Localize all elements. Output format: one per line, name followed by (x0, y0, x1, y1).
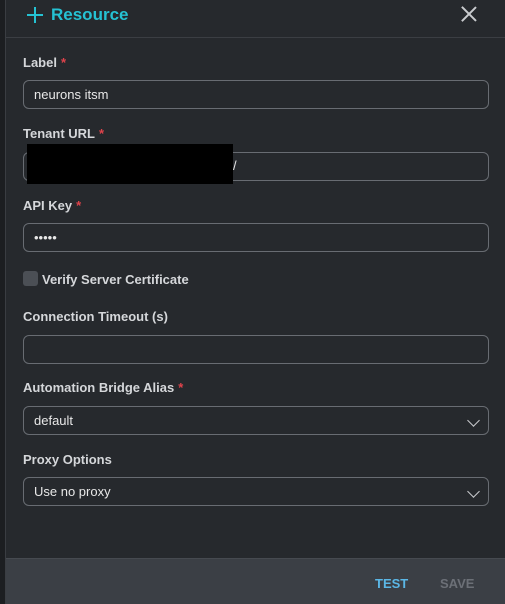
timeout-text: Connection Timeout (s) (23, 309, 168, 324)
bridge-alias-field-label: Automation Bridge Alias * (23, 380, 183, 395)
resource-panel: Resource Label * neurons itsm Tenant URL *… (5, 0, 505, 604)
bridge-alias-text: Automation Bridge Alias (23, 380, 175, 395)
bridge-alias-select[interactable]: default (23, 406, 489, 435)
tenant-url-value-suffix: / (233, 158, 237, 173)
panel-header: Resource (6, 0, 505, 38)
api-key-input[interactable]: ••••• (23, 223, 489, 252)
api-key-field-label: API Key * (23, 198, 81, 213)
chevron-down-icon (467, 485, 480, 498)
panel-footer: TEST SAVE (6, 558, 505, 604)
required-marker: * (76, 198, 82, 213)
verify-certificate-label: Verify Server Certificate (42, 272, 189, 287)
timeout-input[interactable] (23, 335, 489, 364)
panel-title: Resource (51, 5, 129, 24)
proxy-value: Use no proxy (34, 484, 111, 499)
proxy-select[interactable]: Use no proxy (23, 477, 489, 506)
proxy-field-label: Proxy Options (23, 452, 112, 467)
timeout-field-label: Connection Timeout (s) (23, 309, 168, 324)
label-input-value: neurons itsm (34, 87, 109, 102)
tenant-url-field-label: Tenant URL * (23, 126, 104, 141)
redacted-block (27, 144, 233, 184)
label-input[interactable]: neurons itsm (23, 80, 489, 109)
save-button[interactable]: SAVE (440, 576, 474, 591)
api-key-input-value: ••••• (34, 230, 57, 245)
required-marker: * (60, 55, 67, 70)
api-key-text: API Key (23, 198, 73, 213)
required-marker: * (178, 380, 184, 395)
label-text: Label (23, 55, 57, 70)
close-icon[interactable] (461, 6, 477, 22)
required-marker: * (98, 126, 105, 141)
tenant-url-text: Tenant URL (23, 126, 95, 141)
test-button[interactable]: TEST (375, 576, 408, 591)
label-field-label: Label * (23, 55, 66, 70)
bridge-alias-value: default (34, 413, 74, 428)
proxy-text: Proxy Options (23, 452, 112, 467)
plus-icon (26, 6, 44, 24)
chevron-down-icon (467, 414, 480, 427)
verify-certificate-checkbox[interactable] (23, 271, 38, 286)
